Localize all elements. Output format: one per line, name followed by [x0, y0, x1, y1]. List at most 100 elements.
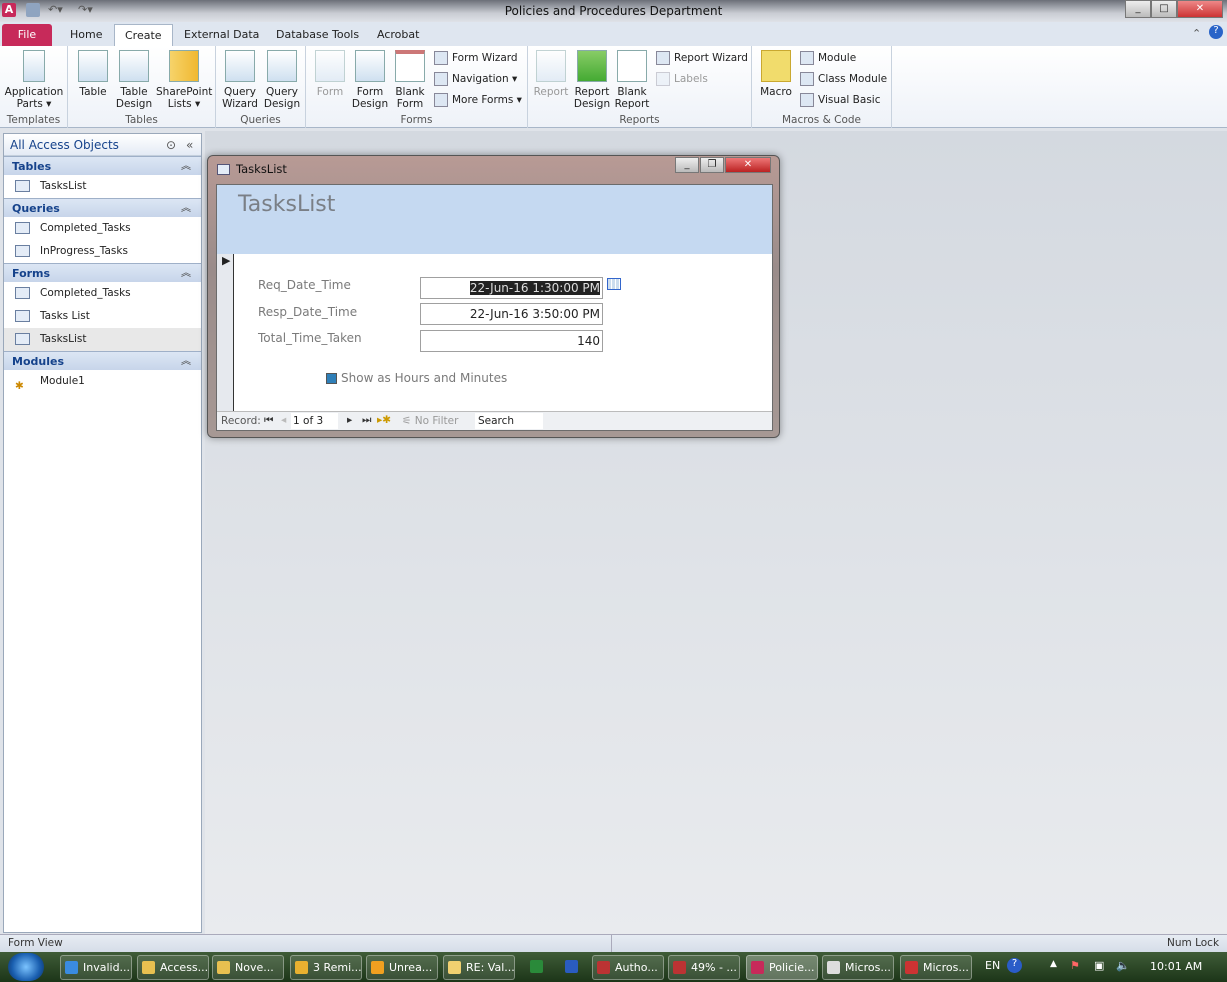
total-time-taken-field[interactable]: 140	[420, 330, 603, 352]
nav-pane-header[interactable]: All Access Objects ⊙ «	[4, 134, 201, 156]
collapse-pane-icon[interactable]: «	[186, 134, 193, 156]
nav-section-queries[interactable]: Queries ︽	[4, 198, 201, 217]
start-button[interactable]	[8, 953, 44, 981]
query-design-button[interactable]: Query Design	[262, 50, 302, 110]
resp-date-time-field[interactable]: 22-Jun-16 3:50:00 PM	[420, 303, 603, 325]
report-wizard-label: Report Wizard	[674, 52, 748, 64]
help-icon[interactable]: ?	[1209, 25, 1223, 39]
taskbar-item-acrobat-progress[interactable]: 49% - ...	[668, 955, 740, 980]
minimize-button[interactable]: _	[1125, 0, 1151, 18]
tab-create[interactable]: Create	[114, 24, 173, 46]
taskbar-item-word[interactable]	[557, 955, 587, 980]
taskbar-item-access-folder[interactable]: Access...	[137, 955, 209, 980]
application-parts-button[interactable]: Application Parts ▾	[4, 50, 64, 110]
form-wizard-button[interactable]: Form Wizard	[434, 49, 518, 67]
clock[interactable]: 10:01 AM	[1150, 960, 1202, 973]
help-tray-icon[interactable]: ?	[1007, 958, 1022, 973]
visual-basic-button[interactable]: Visual Basic	[800, 91, 880, 109]
form-minimize-button[interactable]: _	[675, 157, 699, 173]
ribbon-collapse-icon[interactable]: ⌃	[1192, 27, 1201, 40]
macro-button[interactable]: Macro	[756, 50, 796, 98]
report-design-button[interactable]: Report Design	[572, 50, 612, 110]
taskbar-item-microsoft-2[interactable]: Micros...	[900, 955, 972, 980]
show-hidden-icons[interactable]: ▲	[1050, 959, 1057, 969]
last-record-button[interactable]: ⏭	[362, 414, 371, 427]
report-label: Report	[533, 86, 569, 98]
taskbar-label: Autho...	[615, 961, 658, 974]
action-center-icon[interactable]: ⚑	[1070, 959, 1080, 972]
taskbar-item-excel[interactable]	[522, 955, 552, 980]
nav-item-inprogress-tasks-query[interactable]: InProgress_Tasks	[4, 240, 201, 263]
navigation-button[interactable]: Navigation ▾	[434, 70, 517, 88]
nav-item-completed-tasks-query[interactable]: Completed_Tasks	[4, 217, 201, 240]
search-input[interactable]: Search	[475, 413, 543, 429]
nav-item-tasks-list-table[interactable]: TasksList	[4, 175, 201, 198]
first-record-button[interactable]: ⏮	[264, 414, 273, 427]
nav-item-completed-tasks-form[interactable]: Completed_Tasks	[4, 282, 201, 305]
tab-home[interactable]: Home	[60, 24, 112, 46]
form-close-button[interactable]: ✕	[725, 157, 771, 173]
report-button[interactable]: Report	[532, 50, 570, 98]
form-restore-button[interactable]: ❐	[700, 157, 724, 173]
new-record-button[interactable]: ▸✱	[377, 414, 391, 426]
tab-acrobat[interactable]: Acrobat	[367, 24, 429, 46]
current-record-icon: ▶	[222, 254, 231, 267]
nav-section-tables[interactable]: Tables ︽	[4, 156, 201, 175]
report-wizard-icon	[656, 51, 670, 65]
form-wizard-label: Form Wizard	[452, 52, 518, 64]
taskbar-item-outlook[interactable]: Unrea...	[366, 955, 438, 980]
nav-menu-dropdown-icon[interactable]: ⊙	[166, 134, 176, 156]
form-button[interactable]: Form	[310, 50, 350, 98]
nav-section-modules[interactable]: Modules ︽	[4, 351, 201, 370]
taskbar-item-nove[interactable]: Nove...	[212, 955, 284, 980]
item-label: TasksList	[40, 180, 87, 192]
table-button[interactable]: Table	[74, 50, 112, 98]
visual-basic-label: Visual Basic	[818, 94, 881, 106]
tab-database-tools[interactable]: Database Tools	[266, 24, 369, 46]
show-hours-checkbox[interactable]	[326, 373, 337, 384]
language-indicator[interactable]: EN	[985, 959, 1000, 972]
nav-item-taskslist-form[interactable]: TasksList	[4, 328, 201, 351]
navigation-icon	[434, 72, 448, 86]
next-record-button[interactable]: ▸	[347, 414, 352, 426]
req-date-time-field[interactable]: 22-Jun-16 1:30:00 PM	[420, 277, 603, 299]
date-picker-icon[interactable]	[607, 278, 621, 290]
taskbar-item-re-val[interactable]: RE: Val...	[443, 955, 515, 980]
form-header-title: TasksList	[238, 192, 336, 217]
taskbar-item-reminders[interactable]: 3 Remi...	[290, 955, 362, 980]
taskbar-item-ie[interactable]: Invalid...	[60, 955, 132, 980]
nav-item-tasks-list-form[interactable]: Tasks List	[4, 305, 201, 328]
previous-record-button[interactable]: ◂	[281, 414, 286, 426]
maximize-button[interactable]: □	[1151, 0, 1177, 18]
blank-form-button[interactable]: Blank Form	[390, 50, 430, 110]
labels-button[interactable]: Labels	[656, 70, 708, 88]
no-filter-button[interactable]: ⚟ No Filter	[402, 415, 458, 427]
module-button[interactable]: Module	[800, 49, 856, 67]
class-module-button[interactable]: Class Module	[800, 70, 887, 88]
nav-section-forms[interactable]: Forms ︽	[4, 263, 201, 282]
blank-form-label: Blank Form	[395, 86, 425, 110]
blank-report-button[interactable]: Blank Report	[612, 50, 652, 110]
taskbar-item-author[interactable]: Autho...	[592, 955, 664, 980]
taskbar-item-microsoft-1[interactable]: Micros...	[822, 955, 894, 980]
query-wizard-button[interactable]: Query Wizard	[220, 50, 260, 110]
group-templates: Application Parts ▾ Templates	[0, 46, 68, 128]
sharepoint-lists-button[interactable]: SharePoint Lists ▾	[156, 50, 212, 110]
more-forms-button[interactable]: More Forms ▾	[434, 91, 522, 109]
item-label: Completed_Tasks	[40, 222, 131, 234]
tab-external-data[interactable]: External Data	[174, 24, 269, 46]
form-design-button[interactable]: Form Design	[350, 50, 390, 110]
network-icon[interactable]: ▣	[1094, 959, 1104, 972]
close-button[interactable]: ✕	[1177, 0, 1223, 18]
item-label: Completed_Tasks	[40, 287, 131, 299]
volume-muted-icon[interactable]: 🔈	[1116, 959, 1130, 972]
nav-pane-title: All Access Objects	[10, 138, 119, 152]
record-selector[interactable]: ▶	[217, 254, 234, 411]
tab-file[interactable]: File	[2, 24, 52, 46]
report-wizard-button[interactable]: Report Wizard	[656, 49, 748, 67]
nav-item-module1[interactable]: ✱ Module1	[4, 370, 201, 393]
current-record-input[interactable]: 1 of 3	[291, 413, 338, 429]
taskbar-item-access-policies[interactable]: Policie...	[746, 955, 818, 980]
table-design-button[interactable]: Table Design	[114, 50, 154, 110]
form-window: TasksList _ ❐ ✕ TasksList ▶ Req_Date_Tim…	[207, 155, 780, 438]
